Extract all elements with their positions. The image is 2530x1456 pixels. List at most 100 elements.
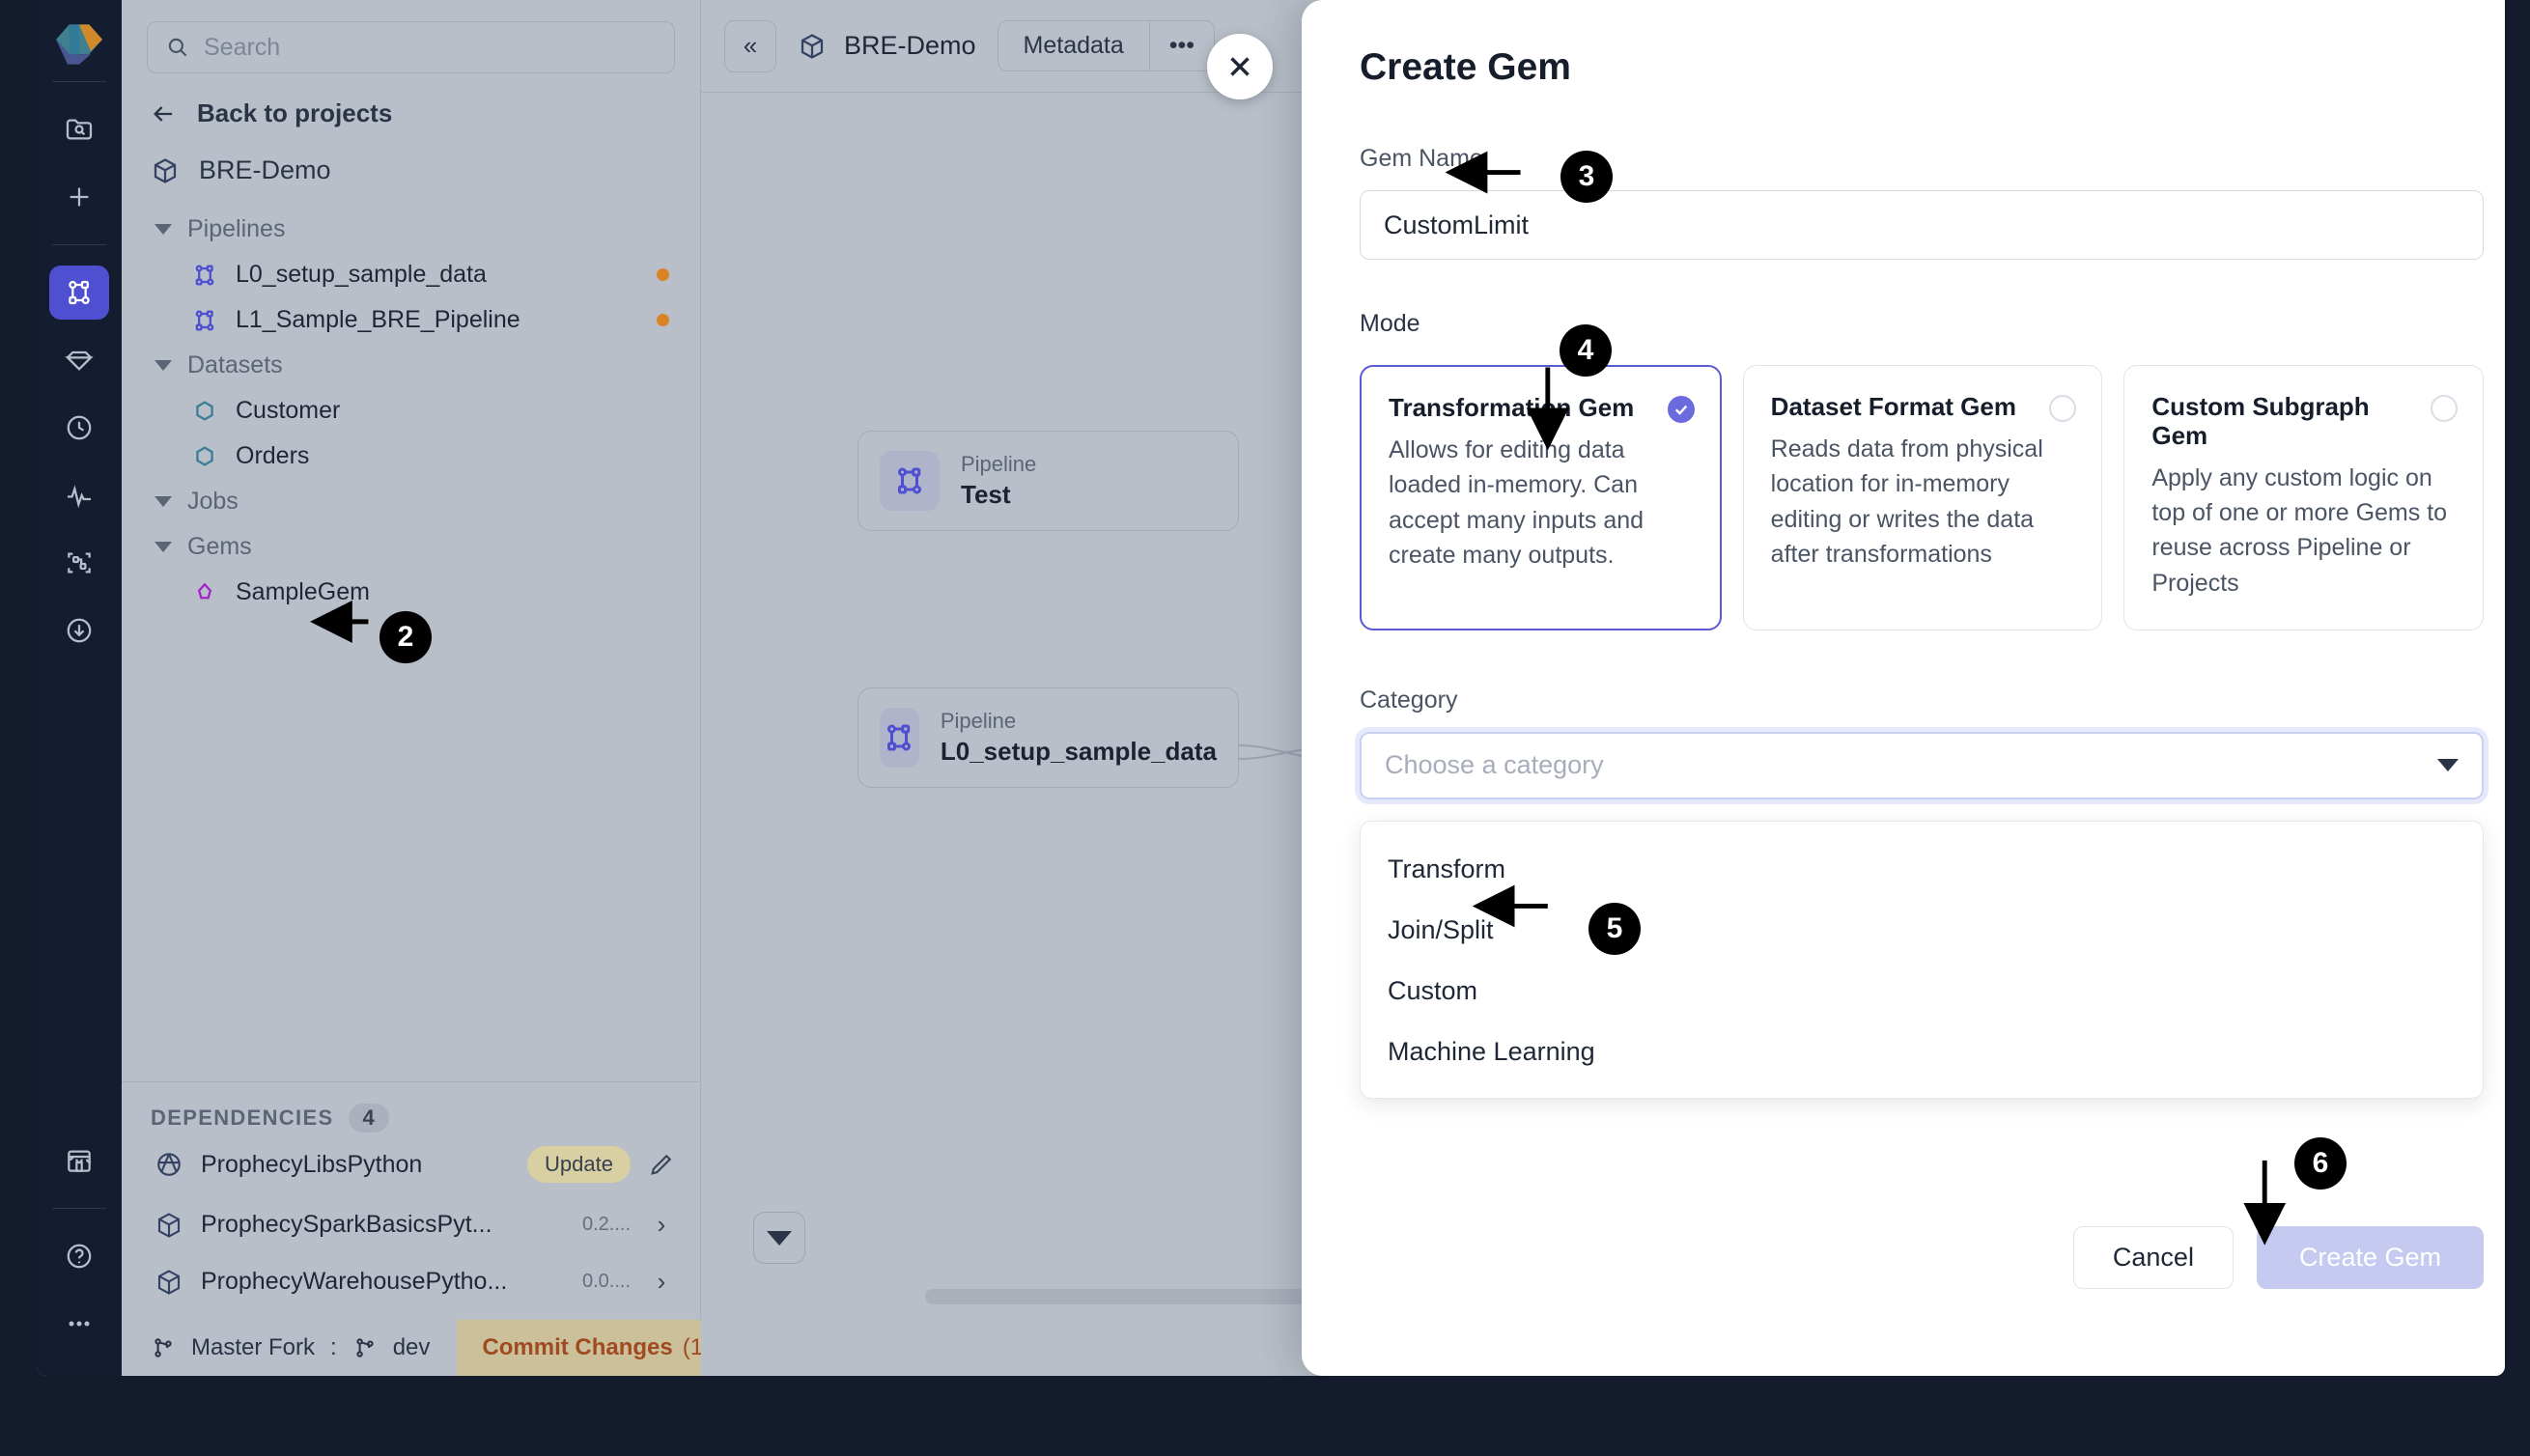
category-option-transform[interactable]: Transform <box>1361 839 2483 900</box>
rail-divider-2 <box>52 244 106 245</box>
mode-card-custom-subgraph-gem[interactable]: Custom Subgraph Gem Apply any custom log… <box>2123 365 2485 630</box>
search-input[interactable]: Search <box>147 21 675 73</box>
gem-icon <box>197 581 212 599</box>
sidebar-project-name: BRE-Demo <box>199 155 331 184</box>
update-badge[interactable]: Update <box>527 1146 631 1183</box>
folder-search-icon[interactable] <box>49 102 109 156</box>
mode-card-title: Dataset Format Gem <box>1770 392 2016 421</box>
tree-item-label: L1_Sample_BRE_Pipeline <box>236 306 520 333</box>
callout-2: 2 <box>380 611 432 663</box>
cancel-button[interactable]: Cancel <box>2072 1226 2234 1289</box>
unsaved-dot <box>657 268 669 281</box>
prophecy-logo <box>56 24 102 65</box>
more-options-button[interactable]: ••• <box>1148 21 1214 70</box>
tree-group-pipelines[interactable]: Pipelines <box>122 207 700 252</box>
check-icon <box>1674 405 1687 415</box>
mode-card-group: Transformation Gem Allows for editing da… <box>1360 365 2485 630</box>
tree-group-label: Gems <box>187 533 252 560</box>
category-select[interactable]: Choose a category <box>1360 731 2484 799</box>
dependency-row-2[interactable]: ProphecyWarehousePytho... 0.0.... › <box>151 1253 675 1310</box>
arrow-left-icon <box>154 105 173 122</box>
collapse-sidebar-button[interactable]: « <box>724 19 776 72</box>
tree-item-dataset-1[interactable]: Orders <box>122 434 700 479</box>
rail-item-deploy[interactable] <box>49 603 109 658</box>
rail-item-monitoring[interactable] <box>49 468 109 522</box>
canvas-node-0[interactable]: Pipeline Test <box>857 431 1239 531</box>
tree-item-label: SampleGem <box>236 578 370 605</box>
modal-title: Create Gem <box>1360 46 1571 88</box>
dependency-row-1[interactable]: ProphecySparkBasicsPyt... 0.2.... › <box>151 1196 675 1253</box>
rail-divider-1 <box>52 81 106 82</box>
mode-card-dataset-format-gem[interactable]: Dataset Format Gem Reads data from physi… <box>1742 365 2103 630</box>
mode-card-header: Dataset Format Gem <box>1770 392 2077 422</box>
category-option-custom[interactable]: Custom <box>1361 961 2483 1022</box>
rail-item-gems[interactable] <box>49 333 109 387</box>
close-icon <box>1230 57 1250 76</box>
tree-group-jobs[interactable]: Jobs <box>122 479 700 524</box>
package-icon <box>157 1269 181 1295</box>
tree-item-pipeline-0[interactable]: L0_setup_sample_data <box>122 252 700 297</box>
rail-item-history[interactable] <box>49 401 109 455</box>
tree-group-datasets[interactable]: Datasets <box>122 343 700 388</box>
rail-item-marketplace[interactable] <box>49 1134 109 1188</box>
node-text: Pipeline Test <box>961 452 1036 510</box>
back-to-projects-label: Back to projects <box>197 98 393 127</box>
create-gem-button[interactable]: Create Gem <box>2256 1226 2484 1289</box>
modal-actions: Cancel Create Gem <box>2072 1226 2484 1289</box>
canvas-node-1[interactable]: Pipeline L0_setup_sample_data <box>857 687 1239 788</box>
dependencies-section: DEPENDENCIES 4 ProphecyLibsPython Update… <box>122 1081 700 1320</box>
rail-item-lineage[interactable] <box>49 536 109 590</box>
mode-card-description: Apply any custom logic on top of one or … <box>2151 463 2448 597</box>
back-to-projects-link[interactable]: Back to projects <box>122 81 700 138</box>
chevron-right-icon[interactable]: › <box>648 1267 675 1297</box>
package-icon <box>801 33 824 59</box>
caret-down-icon <box>155 496 172 507</box>
search-wrapper: Search <box>122 0 700 81</box>
mode-card-transformation-gem[interactable]: Transformation Gem Allows for editing da… <box>1360 365 1722 630</box>
mode-card-title: Transformation Gem <box>1389 393 1635 422</box>
dependency-row-0[interactable]: ProphecyLibsPython Update <box>151 1133 675 1196</box>
category-option-join-split[interactable]: Join/Split <box>1361 900 2483 961</box>
mode-radio-selected[interactable] <box>1667 396 1695 423</box>
mode-card-description: Reads data from physical location for in… <box>1770 435 2043 568</box>
category-option-machine-learning[interactable]: Machine Learning <box>1361 1022 2483 1082</box>
application-window: Search Back to projects BRE-Demo Pipelin… <box>37 0 2505 1376</box>
mode-radio[interactable] <box>2049 395 2077 422</box>
plus-icon[interactable] <box>49 170 109 224</box>
caret-down-icon <box>155 360 172 371</box>
tree-item-gem-0[interactable]: SampleGem <box>122 570 700 615</box>
callout-6: 6 <box>2294 1137 2347 1190</box>
callout-3: 3 <box>1560 151 1613 203</box>
pipeline-icon <box>195 310 214 330</box>
rail-item-pipelines[interactable] <box>49 266 109 320</box>
tree-group-label: Datasets <box>187 351 283 378</box>
tree-item-dataset-0[interactable]: Customer <box>122 388 700 434</box>
toolbar-project[interactable]: BRE-Demo <box>798 31 976 61</box>
gem-name-input[interactable]: CustomLimit <box>1360 190 2484 260</box>
question-circle-icon[interactable] <box>49 1229 109 1283</box>
tree-group-gems[interactable]: Gems <box>122 524 700 570</box>
caret-down-icon <box>155 542 172 552</box>
dependency-name: ProphecyWarehousePytho... <box>201 1268 508 1295</box>
node-icon-wrapper <box>880 451 940 511</box>
mode-radio[interactable] <box>2431 395 2459 422</box>
dependencies-count: 4 <box>349 1104 389 1133</box>
gem-name-value: CustomLimit <box>1384 210 1530 239</box>
chevron-right-icon[interactable]: › <box>648 1210 675 1240</box>
dependency-version: 0.0.... <box>581 1271 631 1292</box>
edit-pencil-icon[interactable] <box>648 1151 675 1178</box>
zoom-dropdown-button[interactable] <box>753 1212 805 1264</box>
metadata-button[interactable]: Metadata <box>998 21 1149 70</box>
package-icon <box>154 157 177 183</box>
close-modal-button[interactable] <box>1207 34 1273 99</box>
dependency-name: ProphecySparkBasicsPyt... <box>201 1211 492 1238</box>
libs-icon <box>157 1153 181 1176</box>
tree-item-pipeline-1[interactable]: L1_Sample_BRE_Pipeline <box>122 297 700 343</box>
mode-label: Mode <box>1360 310 1420 337</box>
ellipsis-icon[interactable] <box>49 1297 109 1351</box>
dependencies-title: DEPENDENCIES <box>151 1106 334 1130</box>
sidebar-project-row[interactable]: BRE-Demo <box>122 138 700 193</box>
branch-info[interactable]: Master Fork : dev <box>122 1320 458 1376</box>
node-icon-wrapper <box>880 708 919 768</box>
pipeline-icon <box>887 724 912 751</box>
